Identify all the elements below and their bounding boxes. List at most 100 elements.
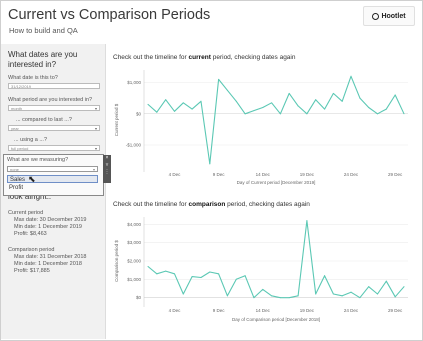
comparison-chart-title: Check out the timeline for comparison pe…	[113, 201, 310, 208]
data-point	[235, 100, 237, 102]
hootlet-logo: Hootlet	[363, 6, 415, 26]
data-point	[191, 108, 193, 110]
x-tick-label: 29 Dec	[388, 172, 403, 177]
data-point	[244, 275, 246, 277]
measure-filter[interactable]: What are we measuring? none ▾ Sales Prof…	[3, 154, 104, 196]
period-label: What period are you interested in?	[8, 97, 93, 103]
data-point	[403, 113, 405, 115]
data-point	[394, 296, 396, 298]
measure-option-profit[interactable]: Profit	[7, 184, 98, 192]
current-period-chart: $1,000 $0 -$1,000 4 Dec 9 Dec 14 Dec 19 Dec 24 …	[114, 70, 408, 185]
y-tick-label: $1,000	[127, 80, 141, 85]
sidebar-heading: What dates are you interested in?	[8, 50, 78, 69]
data-point	[394, 94, 396, 96]
data-point	[288, 92, 290, 94]
dashboard-subtitle: How to build and QA	[9, 26, 78, 35]
data-point	[297, 295, 299, 297]
data-point	[315, 293, 317, 295]
data-point	[315, 99, 317, 101]
data-point	[368, 286, 370, 288]
x-tick-label: 24 Dec	[344, 172, 359, 177]
y-tick-label: -$1,000	[126, 143, 142, 148]
y-tick-label: $0	[136, 295, 142, 300]
date-input[interactable]: 31/12/2019	[8, 83, 100, 89]
x-tick-label: 4 Dec	[169, 172, 182, 177]
current-chart-title: Check out the timeline for current perio…	[113, 54, 296, 61]
data-point	[279, 113, 281, 115]
data-point	[271, 295, 273, 297]
date-input-value: 31/12/2019	[11, 84, 32, 89]
data-point	[288, 297, 290, 299]
data-point	[200, 100, 202, 102]
current-min-date: Min date: 1 December 2019	[14, 224, 82, 230]
chevron-down-icon: ▾	[94, 106, 97, 111]
measure-option-sales[interactable]: Sales	[7, 175, 98, 183]
data-point	[218, 78, 220, 80]
data-point	[244, 113, 246, 115]
data-point	[165, 99, 167, 101]
date-label: What date is this to?	[8, 75, 58, 81]
using-label: ... using a ...?	[14, 137, 48, 143]
x-axis-label: Day of Comparison period [December 2018]	[232, 317, 320, 322]
data-point	[306, 113, 308, 115]
mouse-cursor-icon: ⬉	[28, 174, 36, 184]
comparison-profit: Profit: $17,885	[14, 268, 50, 274]
y-axis-label: Current period $	[114, 103, 119, 136]
dashboard-title: Current vs Comparison Periods	[8, 7, 211, 23]
data-point	[403, 286, 405, 288]
data-point	[359, 297, 361, 299]
y-tick-label: $2,000	[127, 259, 141, 264]
period-select-value: month	[11, 106, 23, 111]
y-tick-label: $4,000	[127, 222, 141, 227]
logo-text: Hootlet	[381, 12, 406, 20]
data-point	[209, 271, 211, 273]
x-tick-label: 4 Dec	[169, 308, 182, 313]
data-point	[385, 280, 387, 282]
data-point	[324, 108, 326, 110]
data-point	[147, 266, 149, 267]
data-point	[324, 275, 326, 277]
data-point	[341, 100, 343, 102]
current-profit: Profit: $8,463	[14, 231, 47, 237]
data-point	[279, 297, 281, 299]
measure-select[interactable]: none ▾	[7, 166, 98, 172]
data-point	[262, 107, 264, 108]
data-point	[377, 113, 379, 115]
comparison-period-heading: Comparison period	[8, 247, 55, 253]
y-tick-label: $3,000	[127, 240, 141, 245]
data-point	[271, 102, 273, 104]
data-point	[156, 111, 158, 113]
using-select-value: full period	[11, 146, 29, 151]
data-point	[218, 273, 220, 275]
current-max-date: Max date: 30 December 2019	[14, 217, 87, 223]
period-select[interactable]: month ▾	[8, 105, 100, 111]
x-tick-label: 29 Dec	[388, 308, 403, 313]
x-tick-label: 14 Dec	[256, 308, 271, 313]
data-point	[173, 110, 175, 112]
data-point	[377, 293, 379, 295]
x-tick-label: 9 Dec	[213, 308, 226, 313]
y-tick-label: $0	[136, 111, 142, 116]
data-point	[226, 89, 228, 91]
owl-icon	[372, 12, 380, 20]
data-point	[191, 276, 193, 278]
using-select[interactable]: full period ▾	[8, 145, 100, 151]
current-period-heading: Current period	[8, 210, 44, 216]
x-tick-label: 14 Dec	[256, 172, 271, 177]
data-point	[147, 103, 149, 105]
data-point	[173, 273, 175, 275]
data-point	[182, 102, 184, 104]
chevron-down-icon: ▾	[92, 167, 95, 172]
x-axis-label: Day of Current period [December 2019]	[237, 180, 316, 185]
data-point	[226, 295, 228, 297]
y-axis-label: Comparison period $	[114, 240, 119, 282]
compared-select[interactable]: year ▾	[8, 125, 100, 131]
data-point	[385, 108, 387, 110]
data-point	[182, 293, 184, 295]
comparison-min-date: Min date: 1 December 2018	[14, 261, 82, 267]
data-point	[297, 105, 299, 107]
data-point	[306, 220, 308, 222]
data-point	[341, 295, 343, 297]
series-line	[147, 75, 405, 165]
y-tick-label: $1,000	[127, 277, 141, 282]
